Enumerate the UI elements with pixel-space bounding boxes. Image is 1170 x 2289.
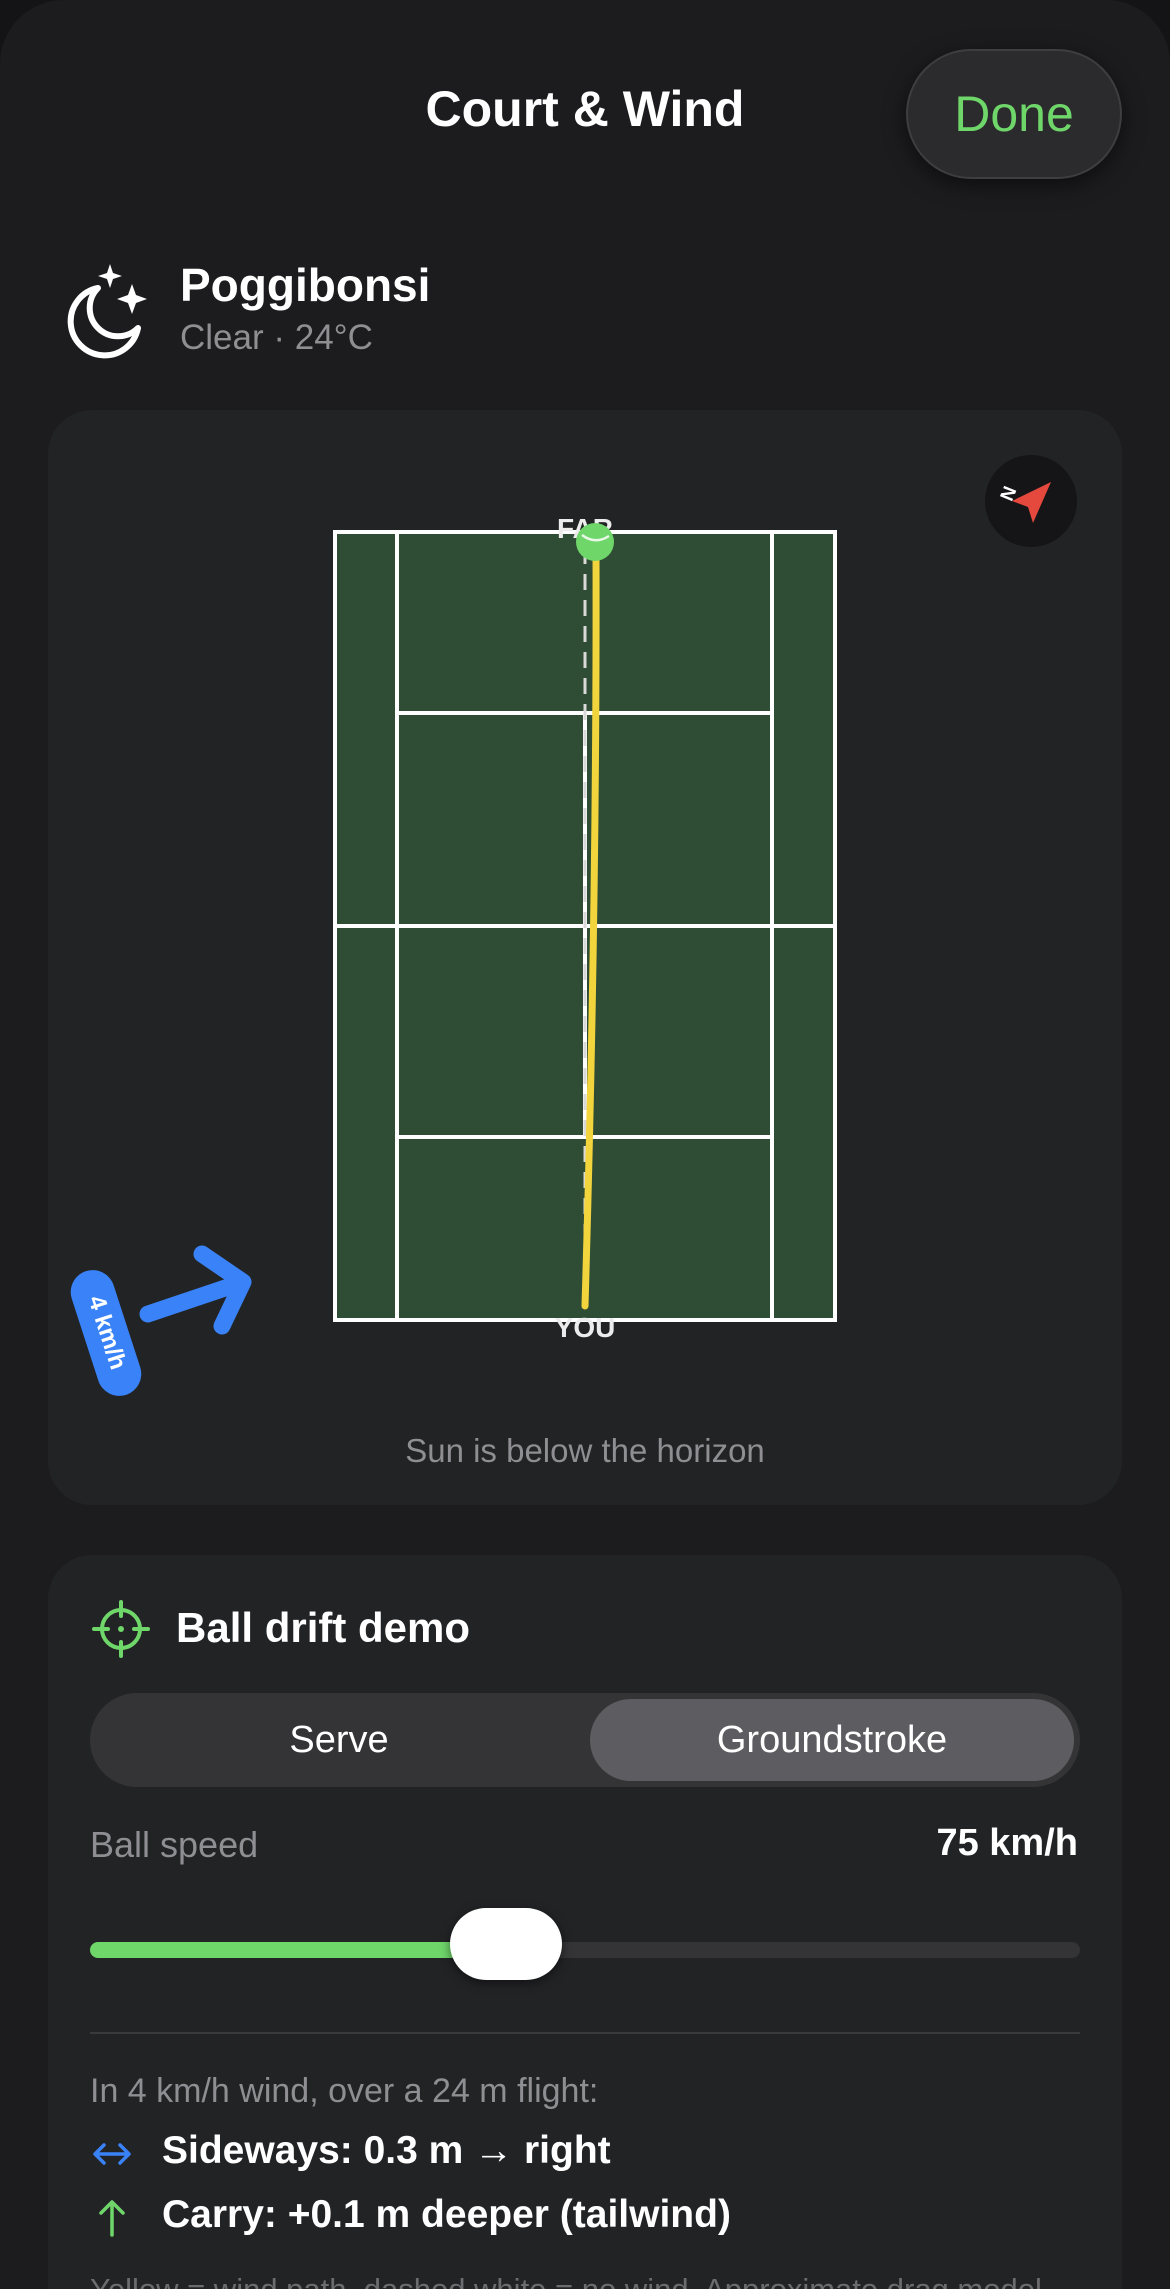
you-label: YOU xyxy=(555,1312,616,1343)
carry-drift: Carry: +0.1 m deeper (tailwind) xyxy=(162,2193,731,2236)
tennis-ball-icon xyxy=(576,523,614,561)
shot-type-segmented-control: Serve Groundstroke xyxy=(90,1693,1080,1787)
ball-speed-slider[interactable] xyxy=(90,1908,1080,1980)
ball-speed-label: Ball speed xyxy=(90,1824,259,1865)
compass-button[interactable]: N xyxy=(985,455,1077,547)
slider-thumb[interactable] xyxy=(449,1908,562,1980)
slider-fill xyxy=(90,1942,506,1958)
segment-serve[interactable]: Serve xyxy=(96,1699,582,1781)
ball-drift-title: Ball drift demo xyxy=(176,1604,471,1651)
divider xyxy=(90,2032,1080,2034)
crosshair-icon xyxy=(92,1600,150,1658)
court-wind-sheet: Court & Wind Done Poggibonsi Clear · 24°… xyxy=(0,0,1170,2289)
segment-groundstroke[interactable]: Groundstroke xyxy=(590,1699,1074,1781)
sideways-drift: Sideways: 0.3 m → right xyxy=(162,2129,611,2172)
sun-status: Sun is below the horizon xyxy=(405,1432,765,1469)
tennis-court-diagram: FAR YOU xyxy=(139,513,837,1343)
left-right-arrow-icon xyxy=(93,2143,131,2165)
ball-speed-value: 75 km/h xyxy=(936,1822,1078,1864)
wind-speed-badge: 4 km/h xyxy=(70,1270,142,1396)
flight-summary: In 4 km/h wind, over a 24 m flight: xyxy=(90,2072,599,2110)
ball-drift-card xyxy=(48,1555,1122,2289)
wind-arrow-icon xyxy=(139,1245,252,1335)
compass-needle-icon: N xyxy=(997,482,1051,523)
up-arrow-icon xyxy=(99,2200,125,2237)
legend-footnote: Yellow = wind path, dashed white = no wi… xyxy=(90,2272,1050,2289)
